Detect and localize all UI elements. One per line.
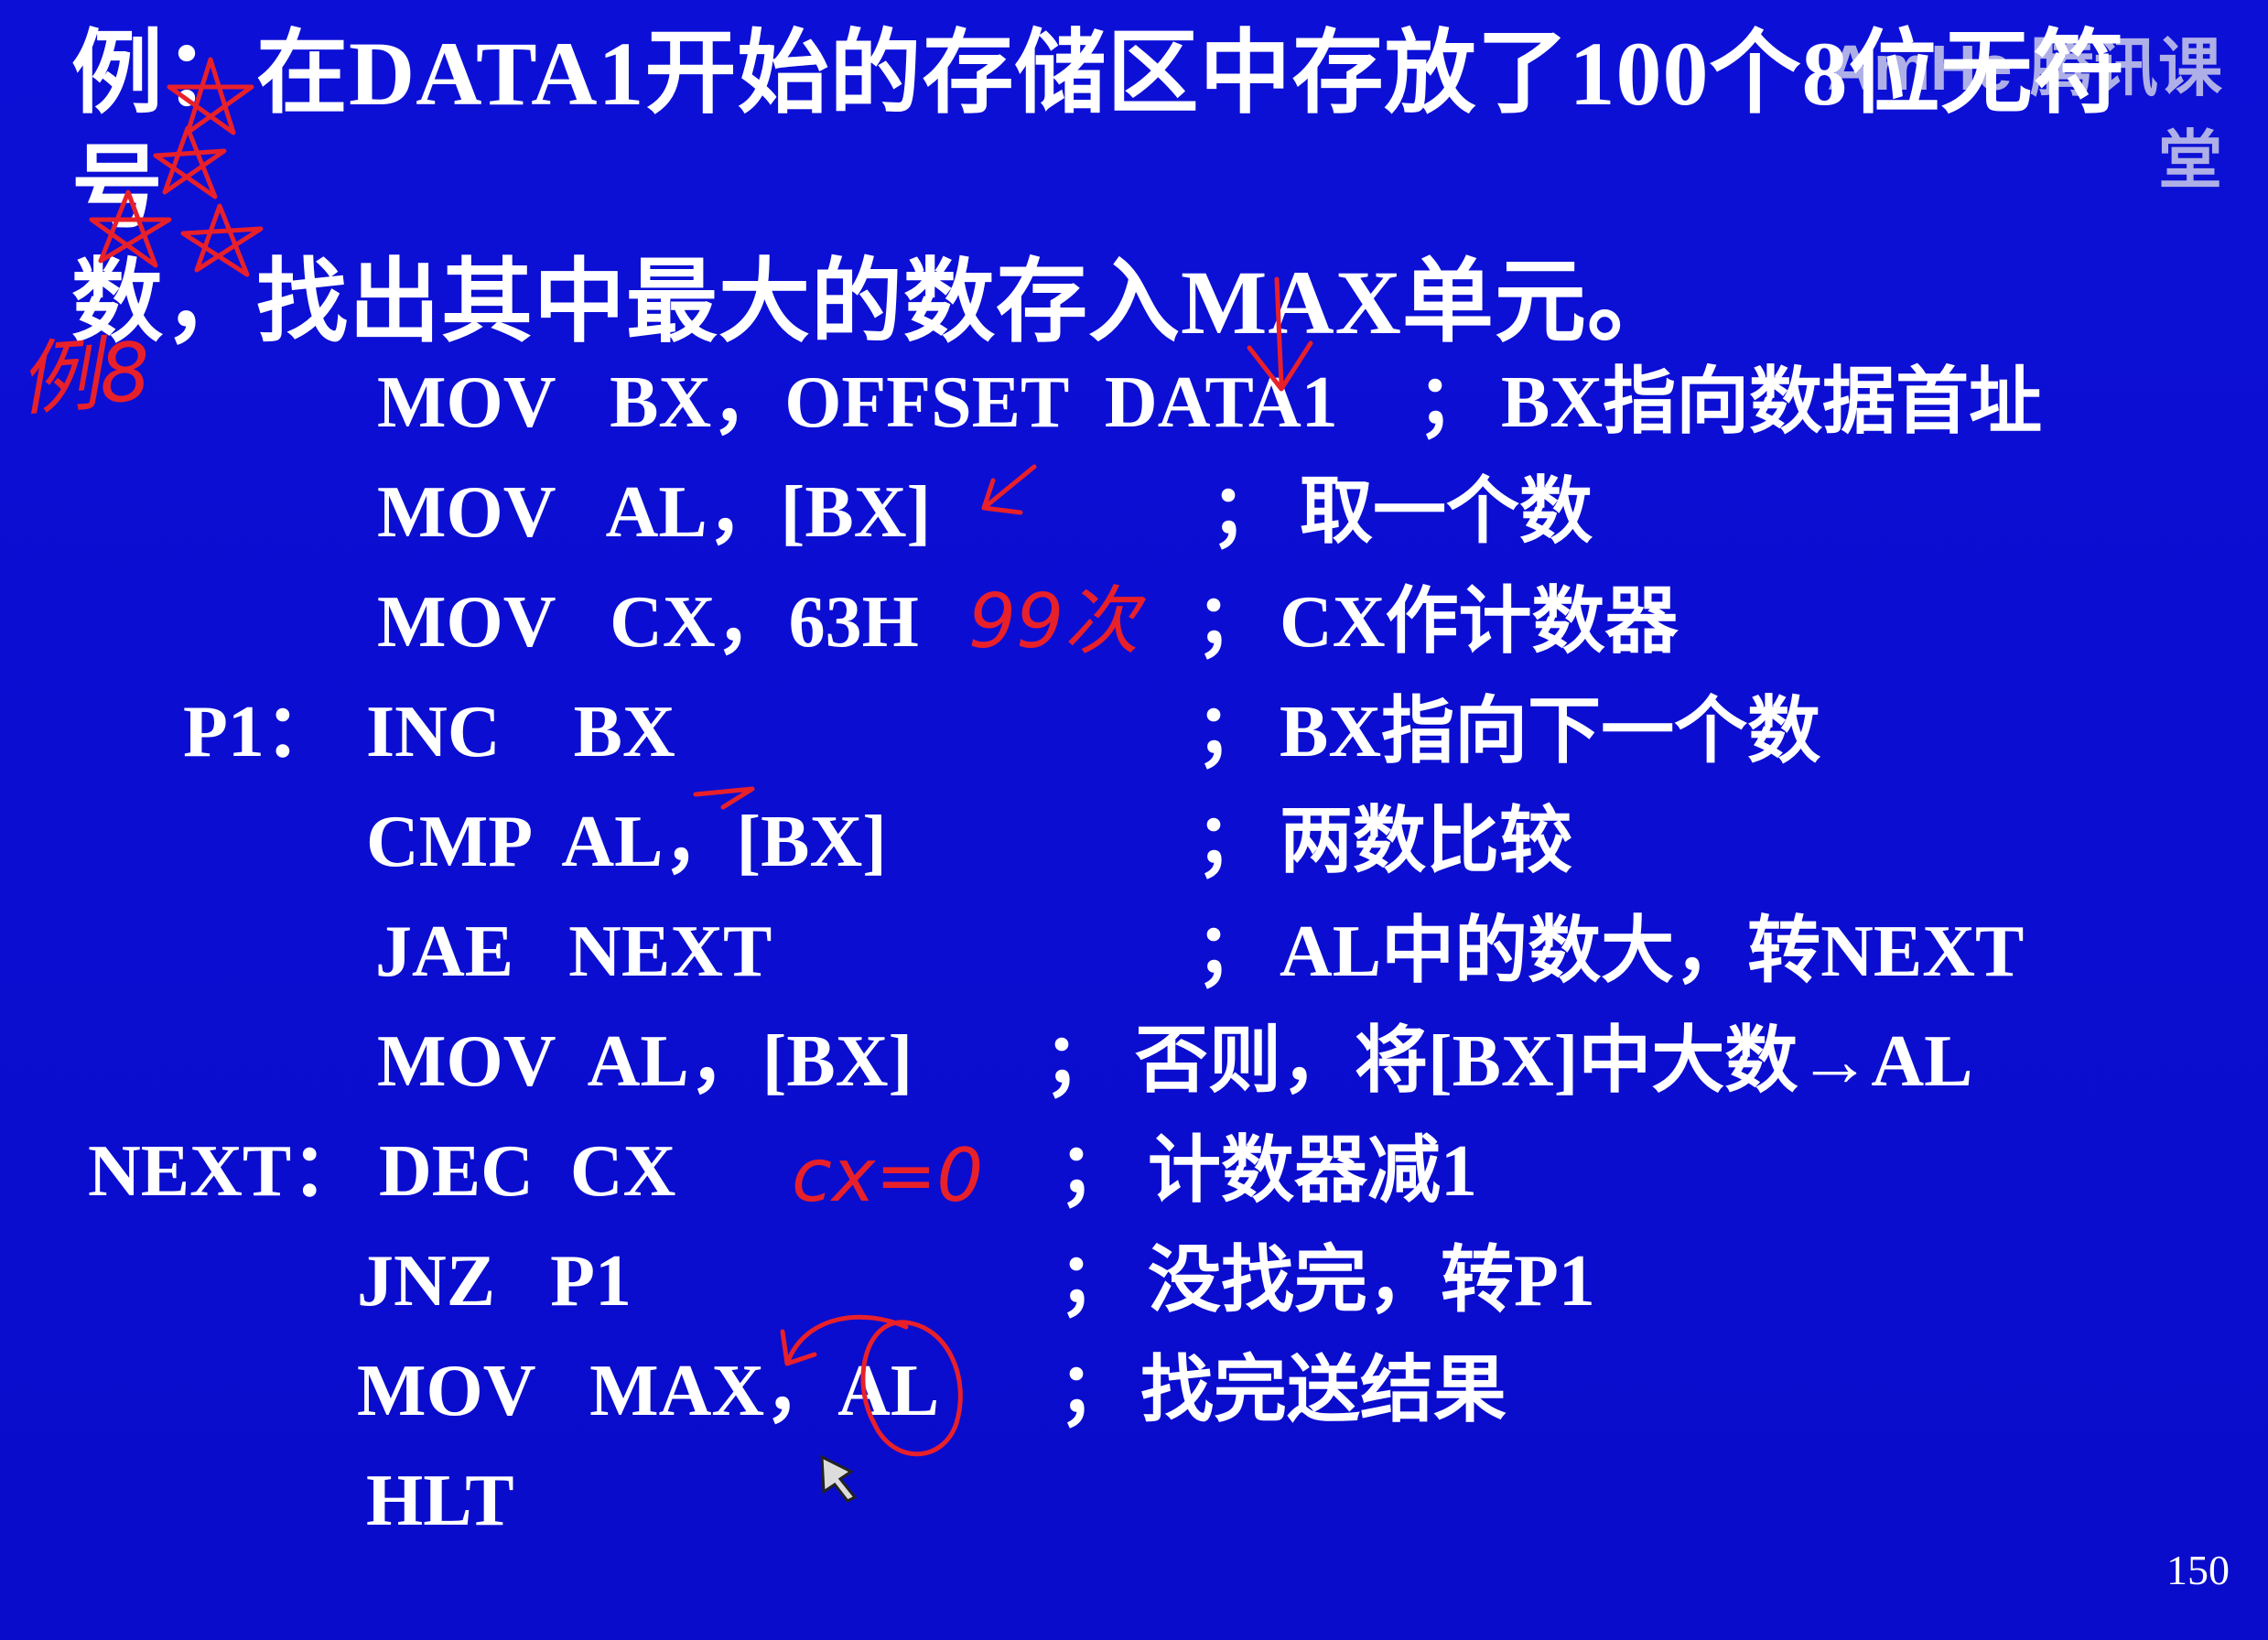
semicolon-9: ； <box>1058 1241 1131 1322</box>
comment-5: 两数比较 <box>1280 802 1572 882</box>
comment-9: 没找完，转P1 <box>1148 1241 1595 1322</box>
comment-7: 否则，将[BX]中大数→AL <box>1135 1021 1973 1102</box>
code-line-1: MOV BX，OFFSET DATA1 <box>377 362 1338 443</box>
code-line-8: DEC CX <box>379 1131 676 1212</box>
problem-statement: 例：在DATA1开始的存储区中存放了100个8位无符号 数，找出其中最大的数存入… <box>71 16 2204 360</box>
code-line-4: INC BX <box>366 692 675 772</box>
comment-8: 计数器减1 <box>1148 1131 1477 1212</box>
handwritten-count-note: 99次 <box>968 578 1139 665</box>
title-line-1: 例：在DATA1开始的存储区中存放了100个8位无符号 <box>71 23 2126 239</box>
code-line-10: MOV MAX，AL <box>357 1351 940 1431</box>
semicolon-8: ； <box>1058 1131 1131 1212</box>
semicolon-2: ； <box>1210 472 1283 553</box>
comment-10: 找完送结果 <box>1140 1351 1507 1431</box>
code-line-7: MOV AL，[BX] <box>377 1021 913 1102</box>
code-line-11: HLT <box>366 1461 514 1541</box>
comment-3: CX作计数器 <box>1280 582 1679 663</box>
code-line-2: MOV AL，[BX] <box>377 472 932 553</box>
semicolon-5: ； <box>1195 802 1269 882</box>
semicolon-10: ； <box>1058 1351 1131 1431</box>
code-line-5: CMP AL，[BX] <box>366 802 887 882</box>
code-line-9: JNZ P1 <box>357 1241 632 1322</box>
semicolon-1: ； <box>1417 362 1490 443</box>
semicolon-4: ； <box>1195 692 1269 772</box>
pen-cursor-icon <box>820 1454 858 1503</box>
handwritten-cx-note: cx=0 <box>792 1133 984 1218</box>
code-line-3: MOV CX，63H <box>377 582 919 663</box>
slide: AmHe 腾讯课堂 例：在DATA1开始的存储区中存放了100个8位无符号 数，… <box>0 0 2268 1640</box>
comment-6: AL中的数大，转NEXT <box>1280 912 2025 992</box>
semicolon-3: ； <box>1195 582 1269 663</box>
title-line-2: 数，找出其中最大的数存入MAX单元。 <box>71 252 1679 353</box>
label-p1: P1： <box>183 692 338 772</box>
arrow-bx <box>981 464 1037 515</box>
label-next: NEXT： <box>88 1131 365 1212</box>
comment-4: BX指向下一个数 <box>1280 692 1821 772</box>
code-line-6: JAE NEXT <box>375 912 772 992</box>
comment-2: 取一个数 <box>1300 472 1593 553</box>
semicolon-7: ； <box>1043 1021 1117 1102</box>
comment-1: BX指向数据首址 <box>1501 362 2043 443</box>
page-number: 150 <box>2166 1547 2230 1593</box>
semicolon-6: ； <box>1195 912 1269 992</box>
